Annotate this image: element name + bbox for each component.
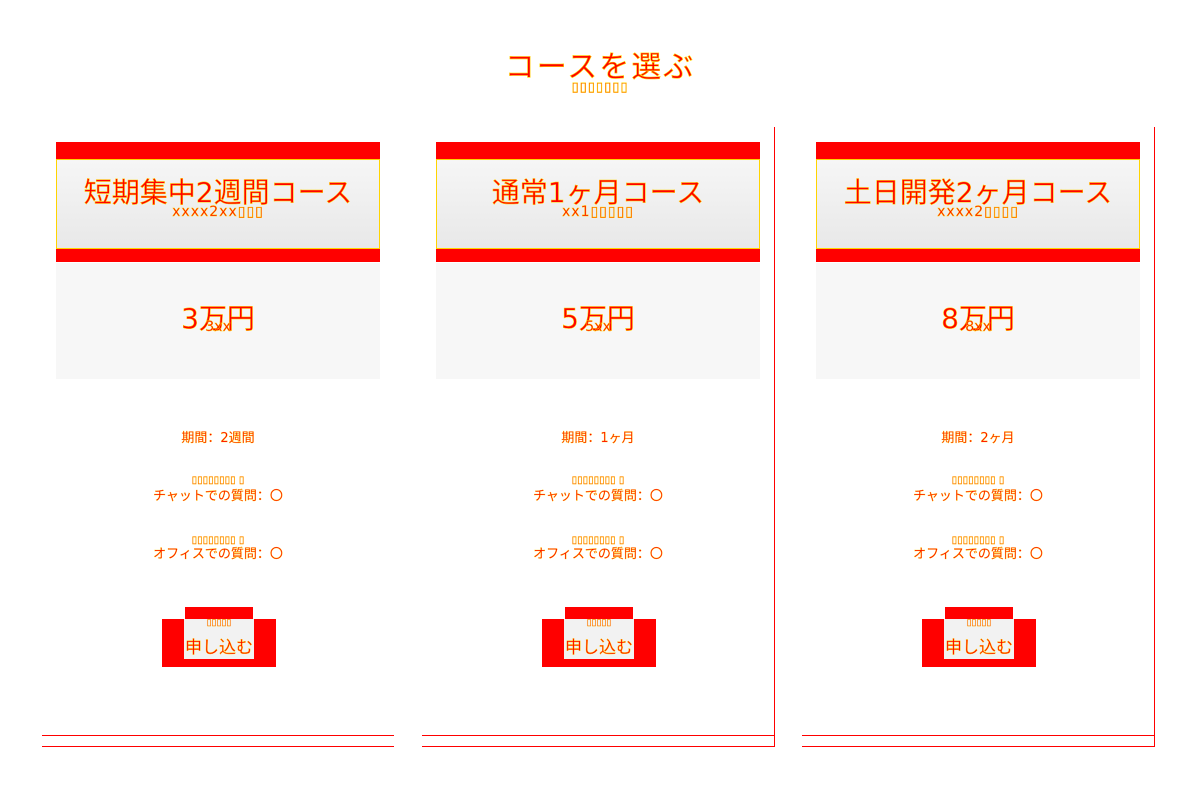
course-period: 期間：2ヶ月 bbox=[941, 431, 1015, 446]
course-card-short: 短期集中2週間コース xxxx2xx▯▯▯ 3万円 3xx 期間：2週間 ▯▯▯… bbox=[42, 127, 394, 747]
page-header: コースを選ぶ ▯▯▯▯▯▯▯ bbox=[0, 50, 1200, 96]
course-price-sub: 3xx bbox=[205, 319, 231, 335]
course-price-sub: 5xx bbox=[585, 319, 611, 335]
apply-button[interactable]: ▯▯▯▯▯ 申し込む bbox=[542, 617, 656, 667]
chat-support: チャットでの質問：〇 bbox=[153, 489, 283, 504]
price-box: 5万円 5xx bbox=[436, 263, 760, 379]
card-divider bbox=[422, 735, 774, 747]
card-header: 短期集中2週間コース xxxx2xx▯▯▯ bbox=[56, 159, 380, 249]
apply-button[interactable]: ▯▯▯▯▯ 申し込む bbox=[162, 617, 276, 667]
page-subtitle: ▯▯▯▯▯▯▯ bbox=[571, 80, 629, 95]
apply-button-label: 申し込む bbox=[185, 638, 253, 658]
course-card-weekend: 土日開発2ヶ月コース xxxx2▯▯▯▯ 8万円 8xx 期間：2ヶ月 ▯▯▯▯… bbox=[802, 127, 1155, 747]
price-box: 8万円 8xx bbox=[816, 263, 1140, 379]
apply-button-label: 申し込む bbox=[945, 638, 1013, 658]
chat-support: チャットでの質問：〇 bbox=[533, 489, 663, 504]
course-name-sub: xx1▯▯▯▯▯ bbox=[562, 204, 634, 220]
apply-button-hint: ▯▯▯▯▯ bbox=[206, 617, 232, 627]
card-divider bbox=[42, 735, 394, 747]
price-box: 3万円 3xx bbox=[56, 263, 380, 379]
chat-support: チャットでの質問：〇 bbox=[913, 489, 1043, 504]
course-name-sub: xxxx2xx▯▯▯ bbox=[172, 204, 264, 220]
card-header: 土日開発2ヶ月コース xxxx2▯▯▯▯ bbox=[816, 159, 1140, 249]
course-card-standard: 通常1ヶ月コース xx1▯▯▯▯▯ 5万円 5xx 期間：1ヶ月 ▯▯▯▯▯▯▯… bbox=[422, 127, 775, 747]
course-period: 期間：2週間 bbox=[181, 431, 255, 446]
course-period: 期間：1ヶ月 bbox=[561, 431, 635, 446]
course-price-sub: 8xx bbox=[965, 319, 991, 335]
apply-button-label: 申し込む bbox=[565, 638, 633, 658]
card-header: 通常1ヶ月コース xx1▯▯▯▯▯ bbox=[436, 159, 760, 249]
card-divider bbox=[802, 735, 1154, 747]
apply-button-hint: ▯▯▯▯▯ bbox=[586, 617, 612, 627]
apply-button-hint: ▯▯▯▯▯ bbox=[966, 617, 992, 627]
apply-button[interactable]: ▯▯▯▯▯ 申し込む bbox=[922, 617, 1036, 667]
office-support: オフィスでの質問：〇 bbox=[153, 547, 283, 562]
office-support: オフィスでの質問：〇 bbox=[533, 547, 663, 562]
course-name-sub: xxxx2▯▯▯▯ bbox=[937, 204, 1019, 220]
office-support: オフィスでの質問：〇 bbox=[913, 547, 1043, 562]
